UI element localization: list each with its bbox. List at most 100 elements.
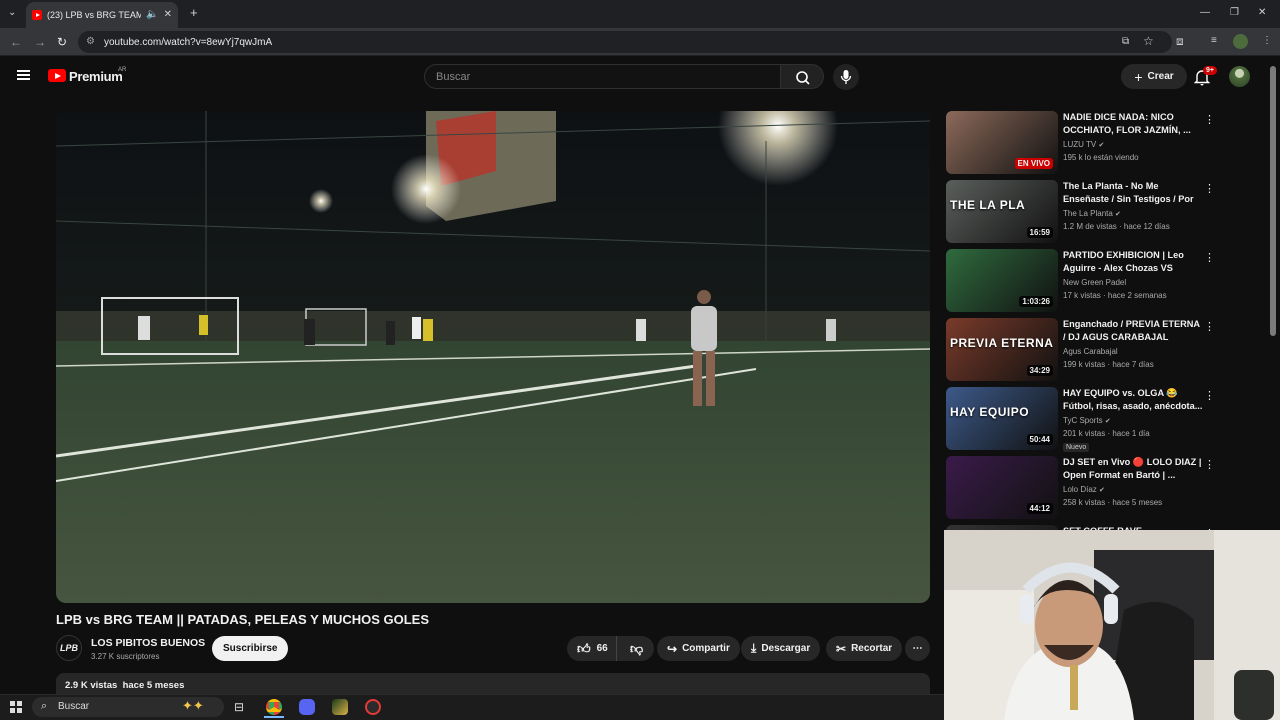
more-options-icon[interactable]: ⋮ <box>1204 320 1215 333</box>
video-player[interactable] <box>56 111 930 603</box>
address-bar[interactable]: ⚙ youtube.com/watch?v=8ewYj7qwJmA <box>78 31 1172 53</box>
recommendation-channel[interactable]: New Green Padel <box>1063 278 1126 287</box>
install-icon[interactable]: ⧉ <box>1122 37 1129 47</box>
restore-icon[interactable]: ❐ <box>1230 8 1239 18</box>
dislike-button[interactable]: 👎︎ <box>622 641 643 657</box>
more-options-icon[interactable]: ⋮ <box>1204 113 1215 126</box>
description-box[interactable]: 2.9 K vistas hace 5 meses <box>56 673 930 695</box>
subscribe-button[interactable]: Suscribirse <box>212 636 289 661</box>
recommendation-title[interactable]: PARTIDO EXHIBICION | Leo Aguirre - Alex … <box>1063 249 1203 276</box>
browser-tab[interactable]: (23) LPB vs BRG TEAM || PA 🔈 ✕ <box>26 2 178 28</box>
recommendation-item[interactable]: 44:12 DJ SET en Vivo 🔴 LOLO DIAZ | Open … <box>946 456 1215 520</box>
new-tab-icon[interactable]: + <box>190 6 198 19</box>
discord-icon[interactable] <box>299 699 315 715</box>
video-thumbnail[interactable]: 44:12 <box>946 456 1058 519</box>
download-button[interactable]: ⤓ Descargar <box>741 636 821 661</box>
recommendation-item[interactable]: THE LA PLA 16:59 The La Planta - No Me E… <box>946 180 1215 244</box>
thumbs-up-icon: 👍︎ <box>577 640 591 656</box>
tab-search-icon[interactable]: ⌄ <box>8 8 16 18</box>
more-actions-button[interactable]: ⋯ <box>905 636 930 661</box>
page-scrollbar[interactable] <box>1270 66 1276 336</box>
youtube-favicon-icon <box>32 10 42 20</box>
recommendation-title[interactable]: HAY EQUIPO vs. OLGA 😂 Fútbol, risas, asa… <box>1063 387 1203 413</box>
create-label: Crear <box>1147 71 1174 82</box>
media-icon[interactable]: ≡ <box>1211 36 1217 46</box>
video-thumbnail[interactable]: THE LA PLA 16:59 <box>946 180 1058 243</box>
like-count: 66 <box>596 643 608 654</box>
recommendation-title[interactable]: DJ SET en Vivo 🔴 LOLO DIAZ | Open Format… <box>1063 456 1203 482</box>
windows-start-icon[interactable] <box>10 701 22 713</box>
recommendation-channel[interactable]: LUZU TV ✔ <box>1063 140 1104 149</box>
share-button[interactable]: ↪ Compartir <box>657 636 740 661</box>
obs-icon[interactable] <box>365 699 381 715</box>
channel-avatar[interactable]: LPB <box>56 635 82 661</box>
download-icon: ⤓ <box>751 641 757 655</box>
forward-icon[interactable]: → <box>34 35 46 49</box>
profile-avatar[interactable] <box>1233 34 1248 49</box>
thumbs-down-icon: 👎︎ <box>630 640 644 656</box>
video-thumbnail[interactable]: PREVIA ETERNA 34:29 <box>946 318 1058 381</box>
create-button[interactable]: + Crear <box>1121 64 1187 89</box>
recommendation-title[interactable]: Enganchado / PREVIA ETERNA / DJ AGUS CAR… <box>1063 318 1203 344</box>
recommendation-channel[interactable]: The La Planta ✔ <box>1063 209 1121 218</box>
youtube-logo-text: Premium <box>69 69 123 84</box>
duration-badge: 1:03:26 <box>1019 296 1053 307</box>
video-thumbnail[interactable]: HAY EQUIPO 50:44 <box>946 387 1058 450</box>
youtube-logo-icon[interactable] <box>48 69 66 82</box>
recommendation-meta: 17 k vistas · hace 2 semanas <box>1063 291 1167 300</box>
recommendation-item[interactable]: PREVIA ETERNA 34:29 Enganchado / PREVIA … <box>946 318 1215 382</box>
reload-icon[interactable]: ↻ <box>57 35 67 49</box>
search-icon <box>796 71 810 85</box>
taskbar-search[interactable]: ⌕ Buscar ✦✦ <box>32 697 224 717</box>
site-info-icon[interactable]: ⚙ <box>86 36 95 47</box>
recommendation-item[interactable]: 1:03:26 PARTIDO EXHIBICION | Leo Aguirre… <box>946 249 1215 313</box>
chrome-icon[interactable] <box>266 699 282 715</box>
recommendation-meta: 201 k vistas · hace 1 día <box>1063 429 1150 438</box>
recommendation-item[interactable]: EN VIVO NADIE DICE NADA: NICO OCCHIATO, … <box>946 111 1215 175</box>
search-button[interactable] <box>780 64 824 89</box>
back-icon[interactable]: ← <box>10 35 22 49</box>
more-options-icon[interactable]: ⋮ <box>1204 182 1215 195</box>
verified-icon: ✔ <box>1099 487 1105 494</box>
scissors-icon: ✂ <box>836 641 847 656</box>
like-dislike-group: 👍︎ 66 👎︎ <box>567 636 654 661</box>
game-launcher-icon[interactable] <box>332 699 348 715</box>
bookmark-star-icon[interactable]: ☆ <box>1143 35 1154 47</box>
verified-icon: ✔ <box>1104 418 1111 425</box>
tab-title: (23) LPB vs BRG TEAM || PA <box>47 10 142 20</box>
more-options-icon[interactable]: ⋮ <box>1204 458 1215 471</box>
webcam-overlay <box>944 530 1280 720</box>
close-tab-icon[interactable]: ✕ <box>164 10 172 20</box>
minimize-icon[interactable]: — <box>1200 8 1210 18</box>
more-options-icon[interactable]: ⋮ <box>1204 251 1215 264</box>
recommendation-channel[interactable]: TyC Sports ✔ <box>1063 416 1111 425</box>
video-thumbnail[interactable]: EN VIVO <box>946 111 1058 174</box>
upload-age: hace 5 meses <box>122 680 185 691</box>
recommendation-title[interactable]: NADIE DICE NADA: NICO OCCHIATO, FLOR JAZ… <box>1063 111 1203 137</box>
recommendation-meta: 199 k vistas · hace 7 días <box>1063 360 1154 369</box>
clip-label: Recortar <box>851 643 893 654</box>
browser-menu-icon[interactable]: ⋮ <box>1262 36 1272 46</box>
hamburger-menu-icon[interactable] <box>17 70 30 80</box>
recommendation-channel[interactable]: Agus Carabajal <box>1063 347 1118 356</box>
recommendation-meta: 195 k lo están viendo <box>1063 153 1139 162</box>
video-thumbnail[interactable]: 1:03:26 <box>946 249 1058 312</box>
share-label: Compartir <box>682 643 730 654</box>
voice-search-button[interactable] <box>833 64 859 90</box>
channel-name[interactable]: LOS PIBITOS BUENOS <box>91 637 205 649</box>
taskbar-search-label: Buscar <box>58 701 90 712</box>
search-input[interactable]: Buscar <box>424 64 781 89</box>
more-options-icon[interactable]: ⋮ <box>1204 389 1215 402</box>
task-view-icon[interactable]: ⊟ <box>234 700 244 714</box>
like-button[interactable]: 👍︎ 66 <box>567 636 617 661</box>
recommendation-channel[interactable]: Lolo Díaz ✔ <box>1063 485 1105 494</box>
extensions-icon[interactable]: ⧈ <box>1176 35 1184 47</box>
new-tag: Nuevo <box>1063 443 1090 452</box>
recommendation-title[interactable]: The La Planta - No Me Enseñaste / Sin Te… <box>1063 180 1203 207</box>
url-text: youtube.com/watch?v=8ewYj7qwJmA <box>104 36 273 48</box>
speaker-icon[interactable]: 🔈 <box>146 10 158 20</box>
close-window-icon[interactable]: ✕ <box>1258 8 1266 18</box>
account-avatar[interactable] <box>1229 66 1250 87</box>
clip-button[interactable]: ✂ Recortar <box>826 636 903 661</box>
recommendation-item[interactable]: HAY EQUIPO 50:44 HAY EQUIPO vs. OLGA 😂 F… <box>946 387 1215 452</box>
